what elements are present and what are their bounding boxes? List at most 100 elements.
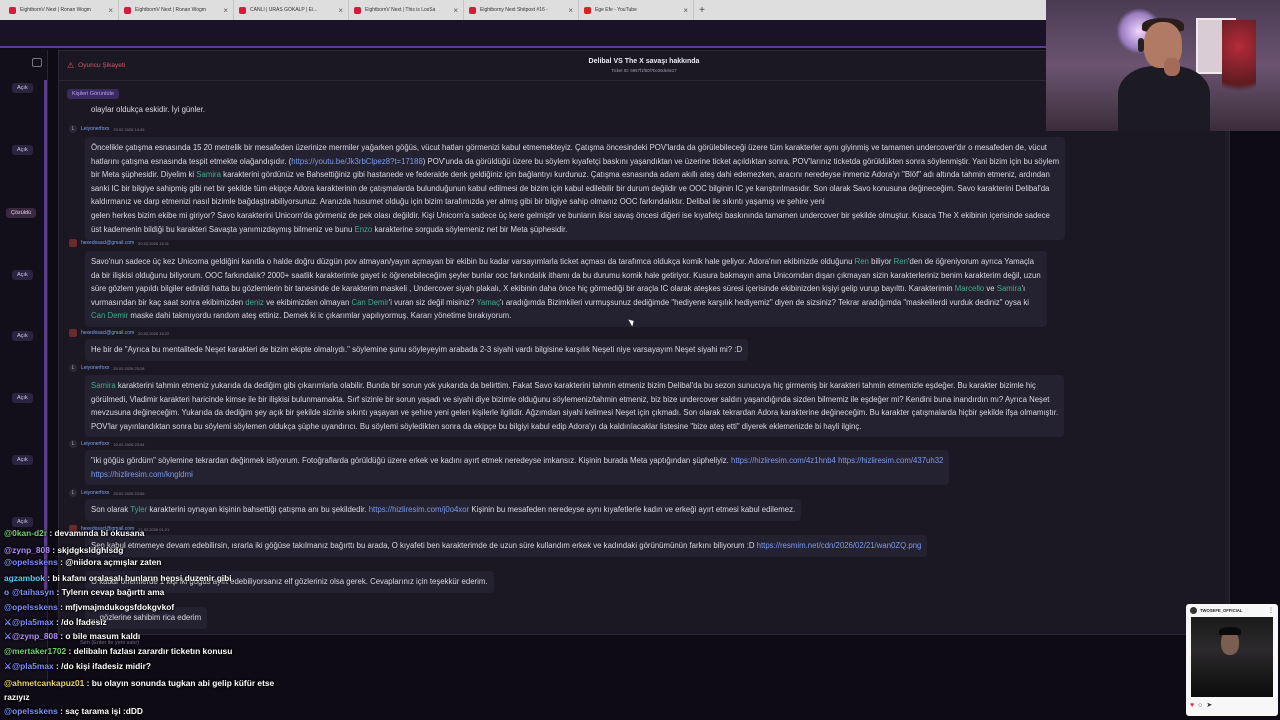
chat-username: @opelsskens <box>4 557 58 567</box>
chat-username: @mertaker1702 <box>4 646 67 656</box>
close-icon[interactable]: × <box>108 6 113 15</box>
message-author[interactable]: hexedosacl@gmail.com <box>81 240 134 246</box>
message-meta: L Leiyonerfoxx 20.02.2026 23:54 <box>69 440 145 448</box>
view-people-button[interactable]: Kişileri Görüntüle <box>67 89 119 99</box>
status-badge[interactable]: Açık <box>12 517 33 527</box>
chat-message: @0kan-d2r : devamında bi okusana <box>4 528 144 538</box>
message-author[interactable]: Leiyonerfoxx <box>81 441 109 447</box>
character-mention: Ren <box>854 257 869 266</box>
chat-message: razıyız <box>4 692 30 702</box>
message-line: mevzusuna değineceğim. Yukarıda da dediğ… <box>91 406 1058 420</box>
message-link[interactable]: https://hizliresim.com/j0o4xor <box>369 505 470 514</box>
message-date: 20.02.2026 23:54 <box>113 441 145 447</box>
browser-tab[interactable]: Ege Efe - YouTube × <box>579 0 694 20</box>
message-meta: hexedosacl@gmail.com 20.02.2026 15:22 <box>69 329 169 337</box>
avatar <box>1190 606 1197 614</box>
message-text: biliyor <box>868 257 894 266</box>
comment-icon[interactable]: ○ <box>1198 702 1202 709</box>
message-author[interactable]: Leiyonerfoxx <box>81 365 109 371</box>
instagram-actions: ♥ ○ ➤ <box>1186 698 1278 712</box>
red-logo-icon <box>469 6 476 14</box>
browser-tab[interactable]: EightbornV Next | Ronan Wogm × <box>4 0 119 20</box>
message-text: ) POV'unda da görüldüğü üzere bu söylem … <box>422 156 1060 166</box>
message-text: Son olarak <box>91 505 131 514</box>
message-link[interactable]: https://hizliresim.com/kngldmi <box>91 470 193 479</box>
message-link[interactable]: https://youtu.be/Jk3rbClpez8?t=17188 <box>291 157 423 166</box>
message-line: gelen herkes bizim ekibe mi giriyor? Sav… <box>91 209 1059 223</box>
message-bubble: Samira karakterini tahmin etmeniz yukarı… <box>85 375 1065 438</box>
chat-badge-icon: ⚔ <box>4 617 12 627</box>
close-icon[interactable]: × <box>453 6 458 15</box>
close-icon[interactable]: × <box>223 6 228 15</box>
status-badge[interactable]: Açık <box>12 393 33 403</box>
message-line: kaldırmanız ve darp etmenizi nasıl bizim… <box>91 195 1059 209</box>
message-author[interactable]: Leiyonerfoxx <box>81 490 109 496</box>
chat-message: agzambok : bi kafanı oralaşalı bunların … <box>4 573 232 583</box>
avatar: L <box>69 440 77 448</box>
message-author[interactable]: Leiyonerfoxx <box>81 126 109 132</box>
photo-cap <box>1219 627 1241 635</box>
message-date: 20.02.2026 15:11 <box>138 240 169 246</box>
message-line: görülmedi, Vladimir karakteri haricinde … <box>91 393 1058 407</box>
browser-tab[interactable]: EightbornV Next | This is LosSa × <box>349 0 464 20</box>
chat-username: @opelsskens <box>4 602 58 612</box>
chat-username: agzambok <box>4 573 45 583</box>
red-logo-icon <box>354 6 361 14</box>
message-text: Öncelikle çatışma esnasında 15 20 metrel… <box>91 143 1047 152</box>
message-bubble: He bir de "Ayrıca bu mentalitede Neşet k… <box>85 339 749 361</box>
chat-username: @opelsskens <box>4 706 58 716</box>
message-author[interactable]: hexedosacl@gmail.com <box>81 330 134 336</box>
screen: EightbornV Next | Ronan Wogm × EightbornV … <box>0 0 1280 720</box>
message-line: sanki IC bir bilgiye sahipmiş gibi net b… <box>91 182 1059 196</box>
headset-icon <box>1138 38 1144 52</box>
chat-text: : delibalın fazlası zarardır ticketın ko… <box>66 646 233 656</box>
inbox-icon[interactable] <box>32 58 42 67</box>
more-options-icon[interactable]: ⋮ <box>1268 607 1274 614</box>
message-bubble: Savo'nun sadece üç kez Unicorna geldiğin… <box>85 251 1047 327</box>
browser-tab[interactable]: Eightborny Next Shitpost #16 - × <box>464 0 579 20</box>
avatar: L <box>69 364 77 372</box>
red-logo-icon <box>9 6 16 14</box>
message-text: 'ı <box>1021 284 1026 294</box>
streamer-hand <box>1164 58 1180 76</box>
character-mention: Tyler <box>130 505 148 514</box>
status-badge[interactable]: Açık <box>12 455 33 465</box>
heart-icon[interactable]: ♥ <box>1190 702 1194 709</box>
status-badge[interactable]: Açık <box>12 331 33 341</box>
browser-tab-label: EightbornV Next | Ronan Wogm <box>135 7 206 13</box>
chat-username: @taihasyn <box>12 587 55 597</box>
character-mention: Samira <box>91 381 116 390</box>
status-badge[interactable]: Açık <box>12 83 33 93</box>
share-icon[interactable]: ➤ <box>1206 701 1212 709</box>
message-date: 20.02.2026 23:28 <box>113 365 145 371</box>
message-date: 20.02.2026 15:22 <box>138 330 170 336</box>
message-meta: L Leiyonerfoxx 20.02.2026 23:56 <box>69 489 145 497</box>
status-badge[interactable]: Açık <box>12 270 33 280</box>
message-link[interactable]: https://hizliresim.com/437uh32 <box>838 456 943 465</box>
close-icon[interactable]: × <box>338 6 343 15</box>
youtube-icon <box>584 6 591 14</box>
browser-tab[interactable]: EightbornV Next | Ronan Wogm × <box>119 0 234 20</box>
chat-message: ⚔@zynp_808 : o bile masum kaldı <box>4 631 140 641</box>
message-text: gelen herkes bizim ekibe mi giriyor? Sav… <box>91 210 1050 220</box>
close-icon[interactable]: × <box>683 6 688 15</box>
status-badge[interactable]: Açık <box>12 145 33 155</box>
close-icon[interactable]: × <box>568 6 573 15</box>
message-line: https://hizliresim.com/kngldmi <box>91 468 943 482</box>
message-line: "iki göğüs gördüm" söylemine tekrardan d… <box>91 454 943 468</box>
chat-badge-icon: ⚔ <box>4 661 12 671</box>
new-tab-button[interactable]: + <box>694 5 710 16</box>
active-ticket-indicator <box>44 80 47 590</box>
chat-badge-icon: ⚔ <box>4 631 12 641</box>
status-badge[interactable]: Çözüldü <box>6 208 37 218</box>
chat-text: : saç tarama işi :dDD <box>57 706 143 716</box>
chat-text: : bi kafanı oralaşalı bunların hepsi duz… <box>44 573 232 583</box>
scrollbar[interactable] <box>1225 91 1229 631</box>
message-text: üst kademenin bildiği bu karakteri Savaş… <box>91 224 355 234</box>
browser-tab[interactable]: CANLI | URAS GÖKALP | Ei... × <box>234 0 349 20</box>
message-text: POV'lar yayınlandıktan sonra bu söylemi … <box>91 421 862 431</box>
message-link[interactable]: https://resmim.net/cdn/2026/02/21/wan0ZQ… <box>757 541 922 550</box>
message-link[interactable]: https://hizliresim.com/4z1hnb4 <box>731 456 836 465</box>
chat-message: @opelsskens : mfjvmajmdukogsfdokgvkof <box>4 602 174 612</box>
chat-username: @ahmetcankapuz01 <box>4 678 85 688</box>
